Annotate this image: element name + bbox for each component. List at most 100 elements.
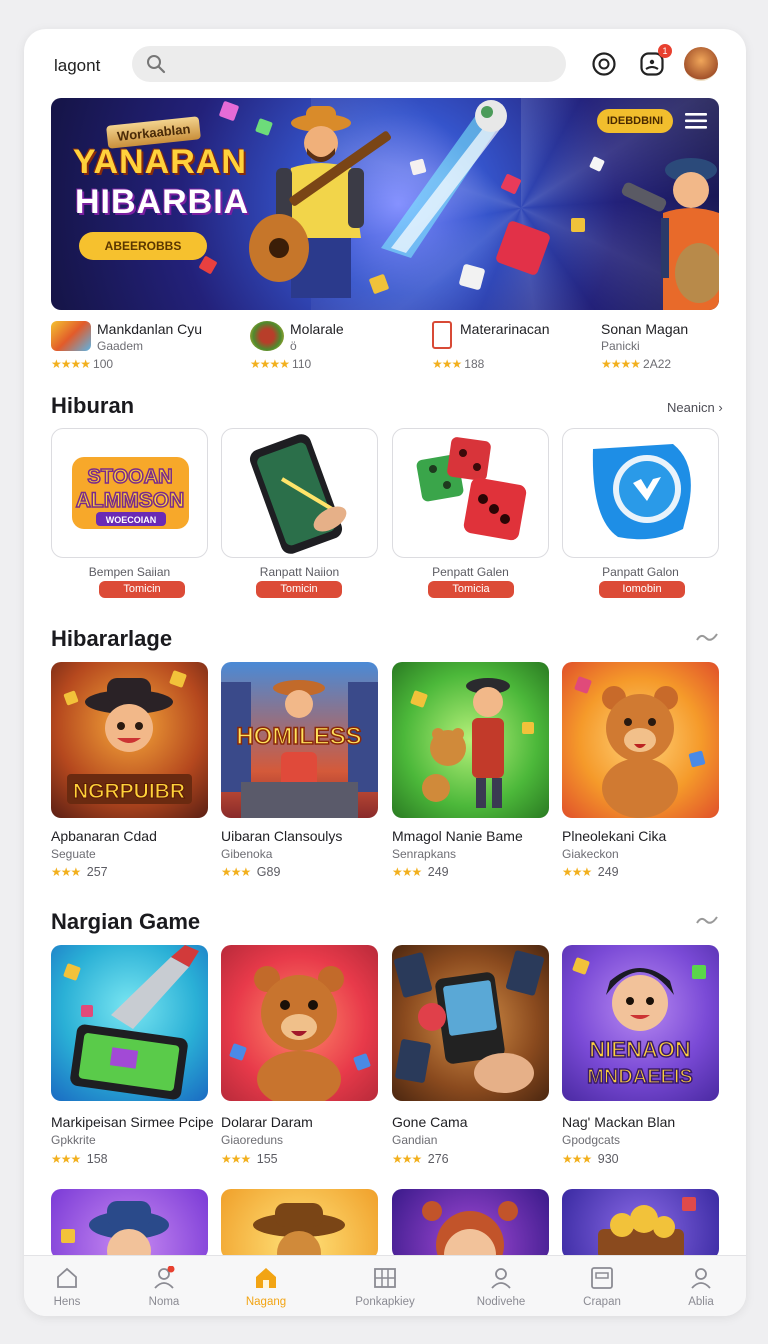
category-pill[interactable]: Tomicia	[428, 581, 514, 598]
game-rating: ★★★ 158	[51, 1152, 108, 1166]
game-rating: ★★★ 276	[392, 1152, 449, 1166]
star-icon: ★★★	[51, 865, 81, 879]
nav-item-crapan[interactable]: Crapan	[562, 1256, 642, 1316]
category-label: Ranpatt Naiion	[259, 565, 340, 579]
game-rating: ★★★ 257	[51, 865, 108, 879]
featured-name: Molarale	[290, 321, 344, 337]
game-tile[interactable]	[221, 1189, 378, 1259]
category-card[interactable]	[392, 428, 549, 558]
game-tile[interactable]	[392, 1189, 549, 1259]
category-art-line3: WOECOIAN	[106, 515, 157, 525]
user-icon	[491, 1268, 511, 1289]
game-tile[interactable]	[51, 1189, 208, 1259]
star-icon: ★★★	[432, 357, 462, 371]
hero-title-line2: HIBARBIA	[75, 183, 250, 221]
hero-badge-button[interactable]: IDEBDBINI	[597, 109, 673, 133]
menu-icon[interactable]	[685, 112, 707, 135]
game-name: Gone Cama	[392, 1114, 468, 1130]
profile-icon	[691, 1268, 711, 1289]
game-tile[interactable]: NGRPUIBR	[51, 662, 208, 818]
hero-banner[interactable]: Workaablan YANARAN HIBARBIA ABEEROBBS ID…	[51, 98, 719, 310]
game-tile[interactable]	[392, 662, 549, 818]
notification-badge: 1	[658, 44, 672, 58]
nav-item-nodivehe[interactable]: Nodivehe	[461, 1256, 541, 1316]
hero-cta-button[interactable]: ABEEROBBS	[79, 232, 207, 260]
featured-item[interactable]: Mankdanlan Cyu Gaadem ★★★★ 100	[51, 321, 241, 371]
nav-item-nagang[interactable]: Nagang	[226, 1256, 306, 1316]
user-icon	[154, 1266, 175, 1289]
nav-item-ponkapkiey[interactable]: Ponkapkiey	[345, 1256, 425, 1316]
category-art-line1: STOOAN	[87, 466, 172, 488]
game-developer: Seguate	[51, 847, 96, 861]
dice-art	[416, 437, 527, 541]
bell-icon[interactable]: 1	[638, 44, 672, 78]
game-tile[interactable]	[392, 945, 549, 1101]
category-card[interactable]	[221, 428, 378, 558]
game-developer: Giaoreduns	[221, 1133, 284, 1147]
category-card[interactable]: STOOAN ALMMSON WOECOIAN	[51, 428, 208, 558]
avatar[interactable]	[684, 47, 718, 81]
category-pill[interactable]: Tomicin	[99, 581, 185, 598]
game-rating: ★★★ 249	[562, 865, 619, 879]
star-icon: ★★★	[392, 1152, 422, 1166]
category-card[interactable]	[562, 428, 719, 558]
featured-item[interactable]: Molarale ö ★★★★ 110	[250, 321, 420, 371]
section-title: Nargian Game	[51, 909, 201, 934]
top-bar: lagont 1	[24, 29, 746, 99]
star-icon: ★★★	[562, 1152, 592, 1166]
featured-item[interactable]: Materarinacan ★★★ 188	[432, 321, 582, 371]
nav-item-noma[interactable]: Noma	[124, 1256, 204, 1316]
featured-sub: Panicki	[601, 339, 640, 353]
search-icon	[146, 54, 166, 79]
section-title: Hibararlage	[51, 626, 173, 651]
hero-title-line1: YANARAN	[73, 143, 247, 181]
category-pill[interactable]: Tomicin	[256, 581, 342, 598]
game-developer: Gpkkrite	[51, 1133, 96, 1147]
nav-item-hens[interactable]: Hens	[27, 1256, 107, 1316]
game-tile[interactable]	[562, 1189, 719, 1259]
featured-name: Sonan Magan	[601, 321, 689, 337]
featured-sub: ö	[290, 339, 297, 353]
category-label: Penpatt Galen	[432, 565, 509, 579]
game-rating: ★★★ 155	[221, 1152, 278, 1166]
game-art	[394, 950, 544, 1093]
game-art: NGRPUIBR	[63, 670, 192, 804]
game-rating: ★★★ 930	[562, 1152, 619, 1166]
nav-item-ablia[interactable]: Ablia	[661, 1256, 741, 1316]
star-icon: ★★★	[221, 1152, 251, 1166]
category-pill[interactable]: Iomobin	[599, 581, 685, 598]
game-art	[63, 945, 199, 1100]
featured-rating: ★★★★ 110	[250, 357, 312, 371]
star-icon: ★★★★	[601, 357, 641, 371]
game-art	[598, 1197, 696, 1259]
grid-icon	[374, 1268, 396, 1288]
game-tile[interactable]	[51, 945, 208, 1101]
app-screen: lagont 1 Workaablan YANARAN HIBARBIA ABE…	[24, 29, 746, 1316]
featured-sub: Gaadem	[97, 339, 144, 353]
home-icon	[256, 1268, 276, 1288]
game-tile[interactable]: NIENAON MNDAEEIS	[562, 945, 719, 1101]
featured-rating: ★★★★ 2A22	[601, 357, 672, 371]
search-bar[interactable]	[132, 46, 566, 82]
star-icon: ★★★	[221, 865, 251, 879]
see-all-link[interactable]: Neanicn ›	[667, 400, 723, 415]
tablet-icon	[591, 1267, 613, 1289]
game-developer: Giakeckon	[562, 847, 619, 861]
game-art-text: HOMILESS	[236, 723, 361, 750]
wave-arrow-icon[interactable]	[696, 913, 718, 932]
game-art: HOMILESS	[221, 680, 378, 818]
game-tile[interactable]: HOMILESS	[221, 662, 378, 818]
game-art-line1: NIENAON	[589, 1037, 690, 1062]
compass-icon[interactable]	[590, 50, 618, 78]
section-title: Hiburan	[51, 393, 135, 418]
phone-art	[249, 434, 347, 554]
featured-rating: ★★★★ 100	[51, 357, 114, 371]
featured-item[interactable]: Sonan Magan Panicki ★★★★ 2A22	[601, 321, 731, 371]
game-tile[interactable]	[562, 662, 719, 818]
game-name: Plneolekani Cika	[562, 828, 667, 844]
game-art	[61, 1201, 169, 1259]
featured-rating: ★★★ 188	[432, 357, 485, 371]
game-tile[interactable]	[221, 945, 378, 1101]
wave-arrow-icon[interactable]	[696, 630, 718, 649]
game-name: Dolarar Daram	[221, 1114, 313, 1130]
